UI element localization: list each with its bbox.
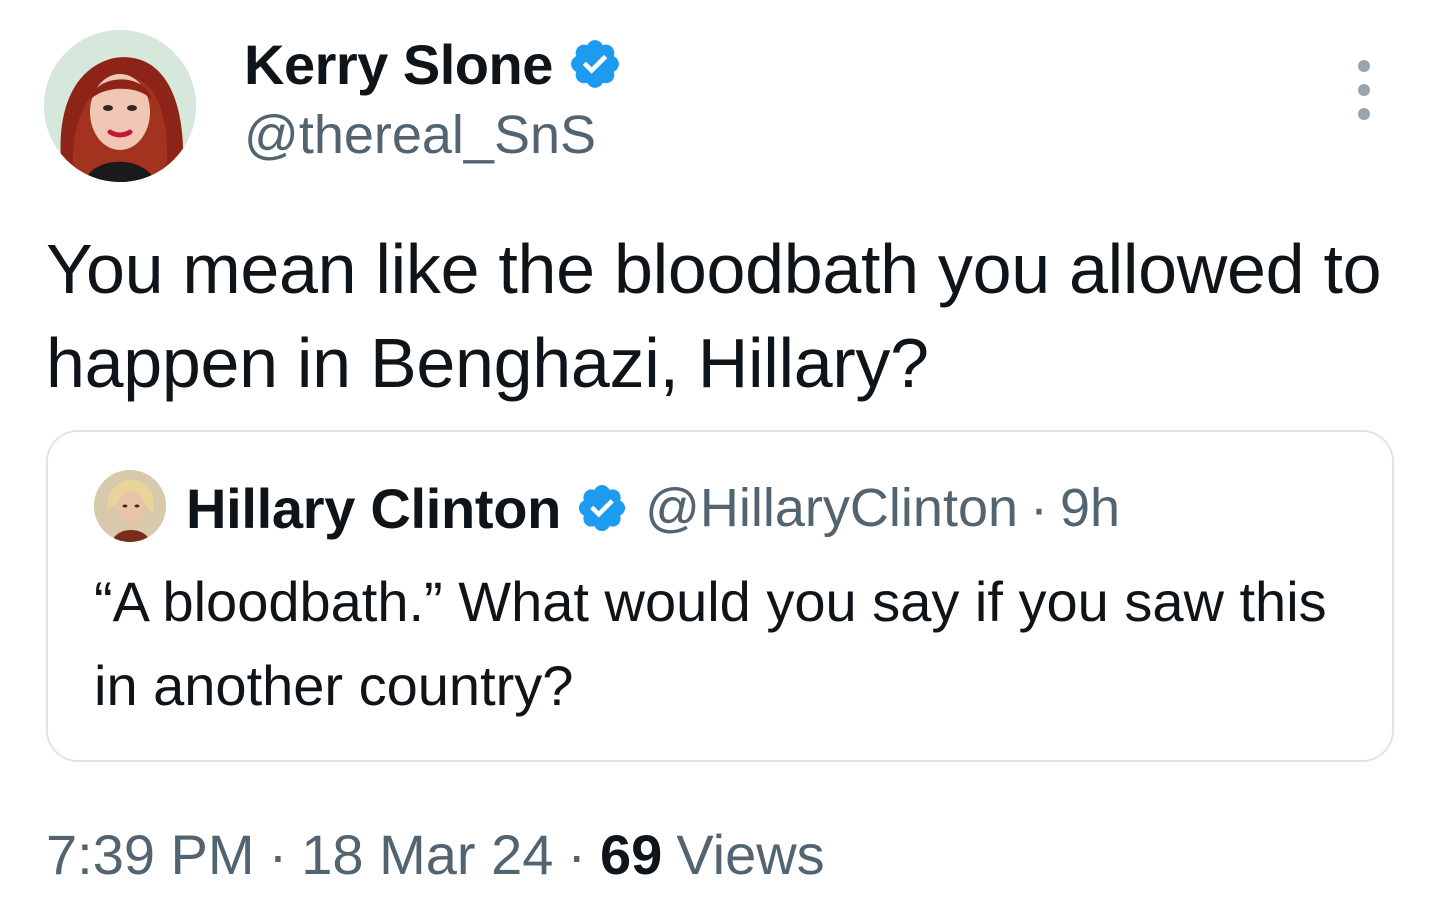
tweet-metadata: 7:39 PM · 18 Mar 24 · 69 Views [46, 818, 825, 890]
quoted-tweet-time[interactable]: 9h [1060, 477, 1120, 539]
tweet-date[interactable]: 18 Mar 24 [301, 822, 553, 887]
more-dot [1358, 60, 1370, 72]
separator-dot: · [567, 822, 587, 886]
quoted-author-display-name[interactable]: Hillary Clinton [186, 476, 561, 541]
separator-dot: · [1030, 478, 1048, 538]
tweet-text: You mean like the bloodbath you allowed … [46, 230, 1382, 402]
verified-badge-icon [567, 36, 623, 92]
quoted-tweet-text: “A bloodbath.” What would you say if you… [94, 570, 1327, 717]
quoted-tweet-card[interactable]: Hillary Clinton @HillaryClinton · 9h “A … [46, 430, 1394, 762]
author-avatar[interactable] [44, 30, 196, 182]
tweet: Kerry Slone @thereal_SnS You mean like t… [0, 0, 1440, 912]
tweet-time[interactable]: 7:39 PM [46, 822, 255, 887]
more-dot [1358, 108, 1370, 120]
author-name-row: Kerry Slone [244, 28, 623, 100]
more-dot [1358, 84, 1370, 96]
verified-badge-icon [575, 481, 629, 535]
views-count: 69 [600, 822, 663, 886]
author-display-name[interactable]: Kerry Slone [244, 32, 553, 97]
views-label: Views [676, 822, 825, 886]
author-handle[interactable]: @thereal_SnS [244, 104, 596, 166]
separator-dot: · [268, 822, 288, 886]
quoted-author-avatar[interactable] [94, 470, 166, 542]
more-options-icon[interactable] [1340, 60, 1388, 120]
quoted-tweet-header: Hillary Clinton @HillaryClinton · 9h [186, 470, 1120, 546]
quoted-author-handle[interactable]: @HillaryClinton [645, 477, 1018, 539]
